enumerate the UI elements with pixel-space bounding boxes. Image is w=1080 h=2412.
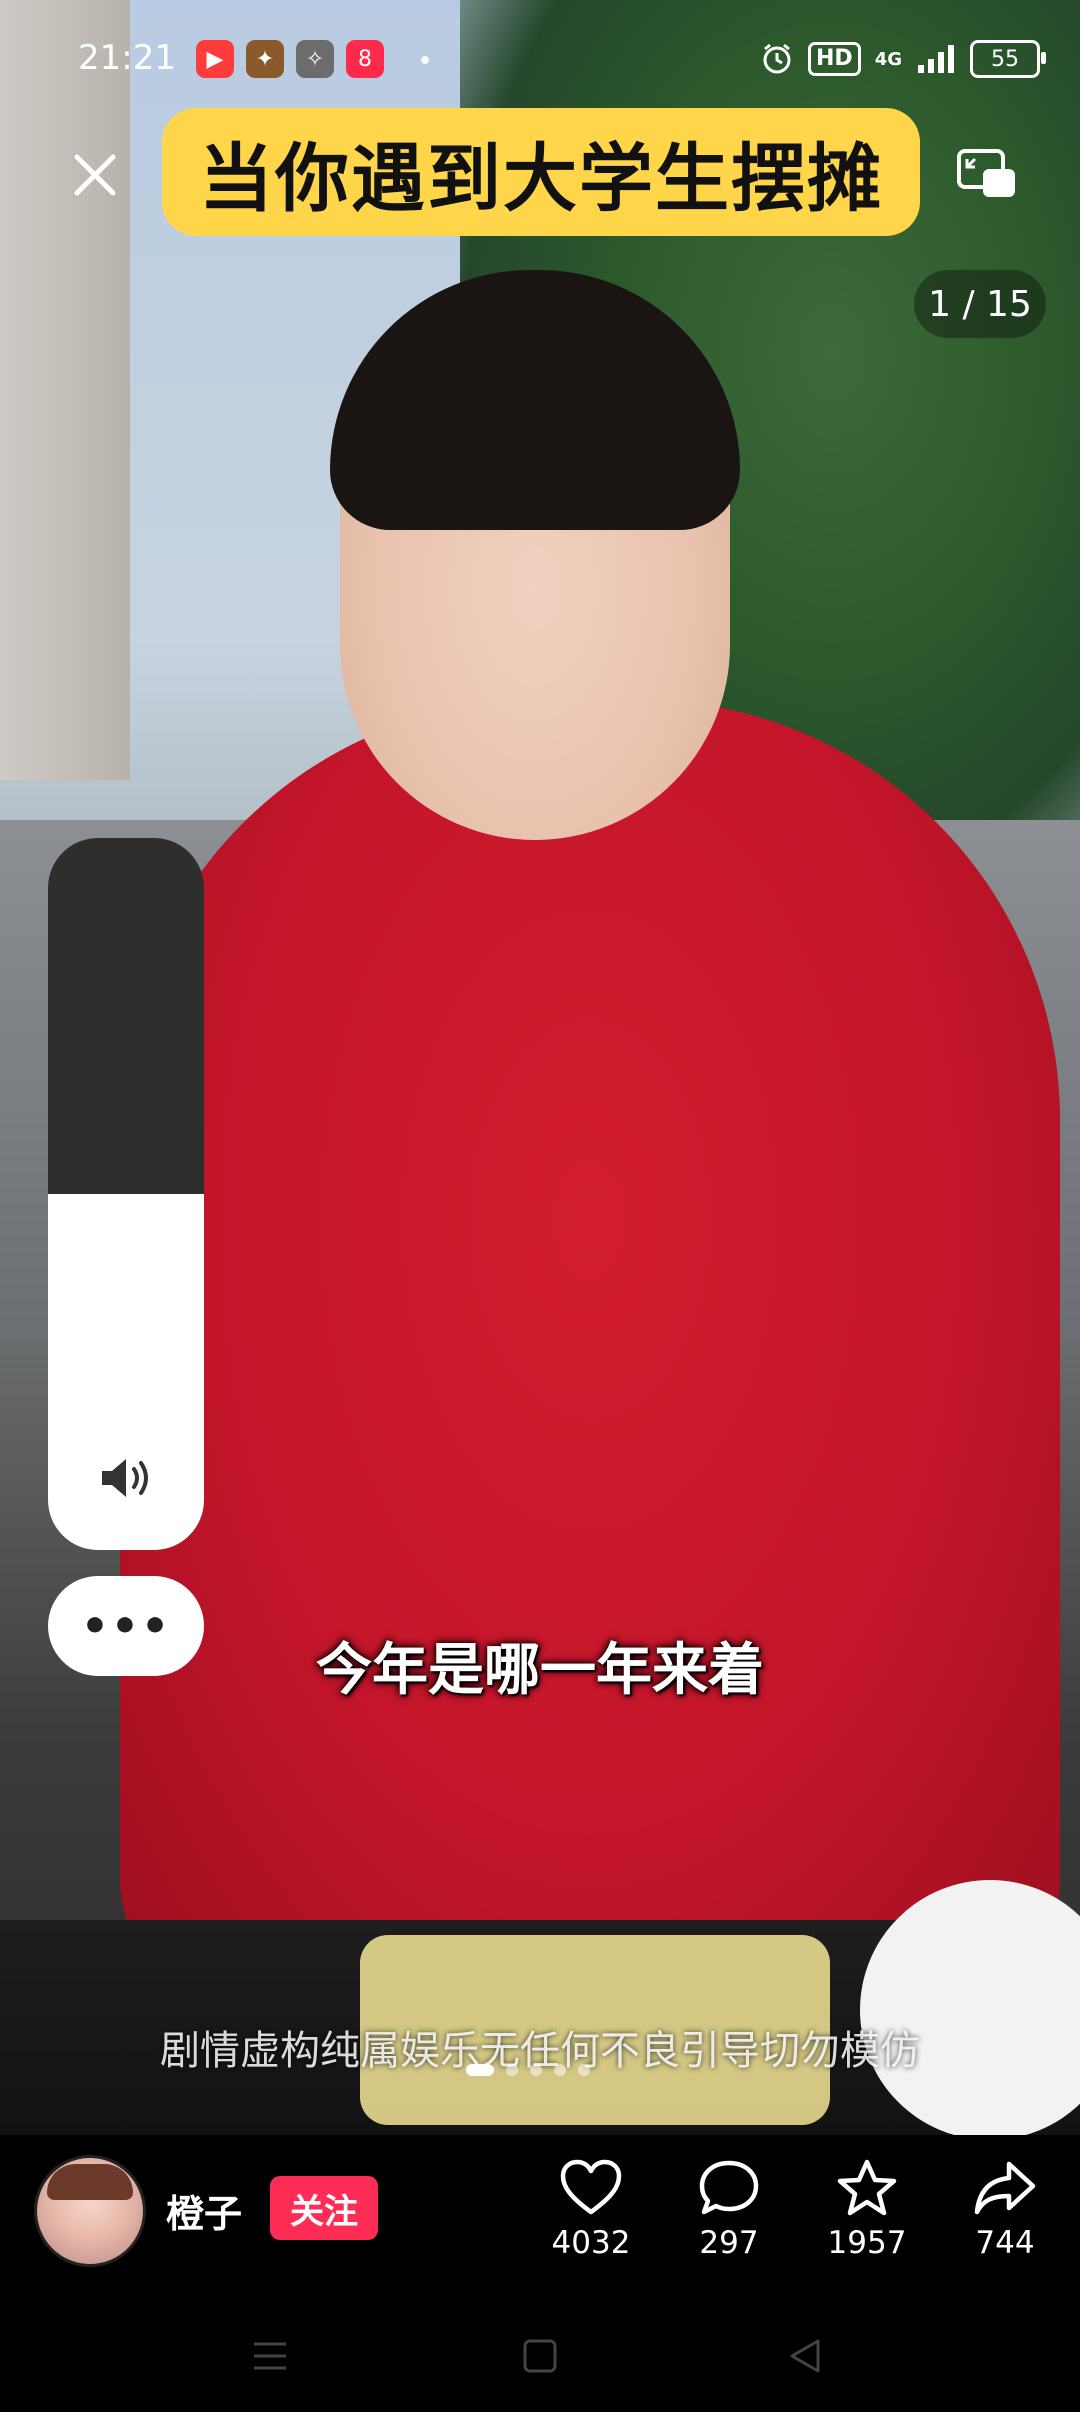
share-count: 744 xyxy=(975,2225,1035,2261)
heart-icon xyxy=(560,2159,622,2215)
favorite-button[interactable]: 1957 xyxy=(812,2153,922,2261)
battery-level: 55 xyxy=(991,46,1019,72)
close-button[interactable] xyxy=(60,140,130,210)
like-count: 4032 xyxy=(551,2225,631,2261)
like-button[interactable]: 4032 xyxy=(536,2153,646,2261)
share-icon xyxy=(974,2161,1036,2215)
volume-toggle[interactable] xyxy=(48,1438,204,1518)
comment-button[interactable]: 297 xyxy=(674,2153,784,2261)
star-icon xyxy=(837,2159,897,2216)
nav-back-button[interactable] xyxy=(776,2326,836,2386)
image-pagination xyxy=(466,2064,590,2076)
close-icon xyxy=(74,154,116,196)
post-title: 当你遇到大学生摆摊 xyxy=(199,135,883,222)
system-navigation-bar xyxy=(0,2290,1080,2412)
speaker-icon xyxy=(102,1459,148,1497)
author-avatar[interactable] xyxy=(34,2155,146,2267)
video-app-icon: ▶ xyxy=(196,40,234,78)
status-time: 21:21 xyxy=(78,38,176,78)
share-button[interactable]: 744 xyxy=(950,2153,1060,2261)
nav-menu-button[interactable] xyxy=(240,2326,300,2386)
image-page-counter: 1 / 15 xyxy=(914,270,1046,338)
video-subtitle: 今年是哪一年来着 xyxy=(316,1638,764,1703)
signal-icon xyxy=(918,45,954,73)
page-dot xyxy=(530,2064,542,2076)
page-dot-active xyxy=(466,2064,494,2076)
menu-icon xyxy=(254,2342,286,2370)
comment-icon xyxy=(699,2160,759,2215)
bottom-action-bar: 橙子 关注 4032 297 1957 744 xyxy=(0,2135,1080,2290)
hd-badge: HD xyxy=(808,42,861,76)
game-app-icon-2: ✧ xyxy=(296,40,334,78)
comment-count: 297 xyxy=(699,2225,759,2261)
person-red-coat xyxy=(120,700,1060,2000)
shopping-app-icon: 8 xyxy=(346,40,384,78)
game-app-icon: ✦ xyxy=(246,40,284,78)
follow-button[interactable]: 关注 xyxy=(270,2176,378,2240)
page-dot xyxy=(578,2064,590,2076)
page-dot xyxy=(506,2064,518,2076)
notification-icons: ▶ ✦ ✧ 8 xyxy=(196,40,384,78)
nav-home-button[interactable] xyxy=(510,2326,570,2386)
favorite-count: 1957 xyxy=(827,2225,907,2261)
screen-cast-icon xyxy=(957,149,1015,197)
alarm-icon xyxy=(763,43,791,74)
network-label: 4G xyxy=(874,48,902,70)
system-icons: HD 4G 55 xyxy=(760,40,1046,78)
back-triangle-icon xyxy=(790,2339,820,2373)
screen-cast-button[interactable] xyxy=(952,140,1022,210)
home-square-icon xyxy=(523,2339,557,2373)
page-dot xyxy=(554,2064,566,2076)
title-banner: 当你遇到大学生摆摊 xyxy=(162,108,920,236)
status-bar: 21:21 ▶ ✦ ✧ 8 HD 4G 55 xyxy=(0,0,1080,120)
author-name[interactable]: 橙子 xyxy=(166,2183,242,2238)
more-notifications-dot xyxy=(421,56,429,64)
battery-icon: 55 xyxy=(970,40,1046,78)
